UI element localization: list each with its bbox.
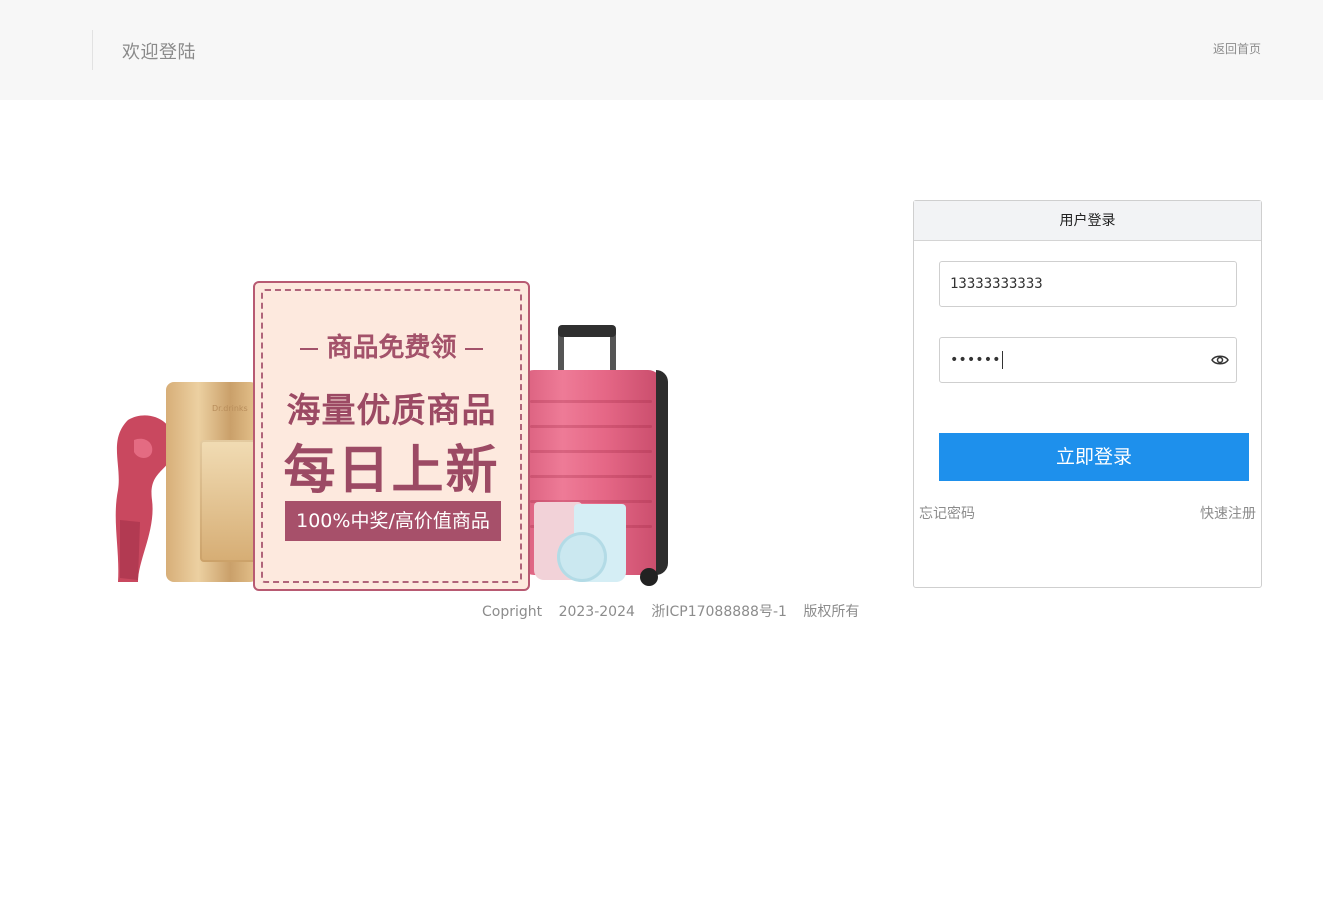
promo-card: 商品免费领 海量优质商品 每日上新 100%中奖/高价值商品 [253,281,530,591]
eye-icon[interactable] [1210,350,1230,370]
box-window [200,440,258,562]
footer-copyright: Copright [482,604,543,620]
footer-rights: 版权所有 [803,604,860,620]
promo-banner: Dr.drinks 商品免费领 海量优质商品 每日上新 100%中奖/高价值商品 [100,280,670,595]
top-header: 欢迎登陆 返回首页 [0,0,1323,100]
promo-subtitle: 商品免费领 [255,327,528,364]
footer-icp: 浙ICP17088888号-1 [651,604,787,620]
footer-years: 2023-2024 [558,604,635,620]
login-button[interactable]: 立即登录 [939,433,1249,481]
suitcase-handle [558,325,616,375]
footer: Copright 2023-2024 浙ICP17088888号-1 版权所有 [482,601,871,621]
login-panel-title: 用户登录 [914,201,1261,241]
phone-input[interactable]: 13333333333 [939,261,1237,307]
suitcase-wheel [640,568,658,586]
promo-headline-1: 海量优质商品 [286,391,497,431]
back-home-link[interactable]: 返回首页 [1213,40,1261,57]
text-caret [1001,351,1003,369]
password-value: •••••• [950,352,1001,368]
password-input[interactable]: •••••• [939,337,1237,383]
forgot-password-link[interactable]: 忘记密码 [919,503,975,523]
login-panel: 用户登录 13333333333 •••••• 立即登录 忘记密码 快速注册 [913,200,1262,588]
promo-headline-2: 每日上新 [283,441,500,501]
box-brand-label: Dr.drinks [212,404,248,413]
page-title: 欢迎登陆 [122,42,196,63]
wooden-box-image: Dr.drinks [166,382,258,582]
quick-register-link[interactable]: 快速注册 [1200,503,1256,523]
header-divider [92,30,93,70]
promo-tag: 100%中奖/高价值商品 [285,501,501,541]
coaster-image [557,532,607,582]
